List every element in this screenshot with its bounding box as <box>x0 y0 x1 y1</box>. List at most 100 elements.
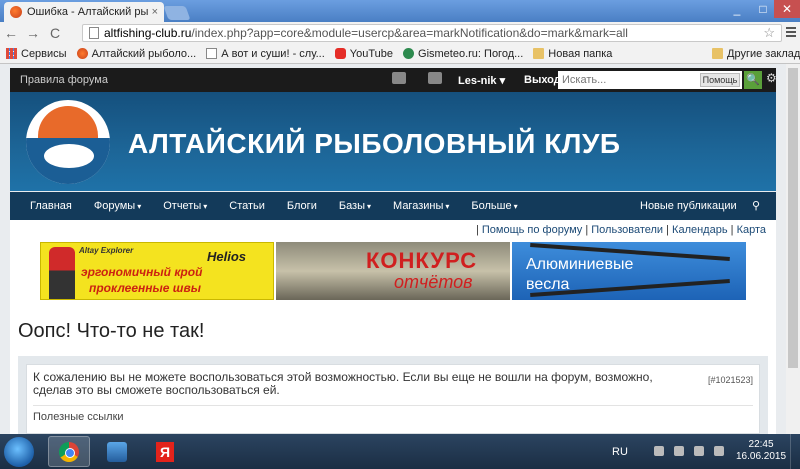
bookmark-new-folder[interactable]: Новая папка <box>533 48 612 60</box>
help-link-calendar[interactable]: Календарь <box>672 224 728 236</box>
bookmark-youtube[interactable]: YouTube <box>334 48 393 60</box>
ad-person-image <box>49 247 75 299</box>
club-logo[interactable] <box>26 100 110 184</box>
site-favicon-icon <box>10 6 22 18</box>
useful-links-heading: Полезные ссылки <box>33 411 124 423</box>
bookmark-altfishing[interactable]: Алтайский рыболо... <box>76 47 197 60</box>
start-button[interactable] <box>4 437 34 467</box>
site-user-bar: Правила форума Les-nik ▾ Выход Помощь 🔍 … <box>10 68 777 92</box>
caret-down-icon: ▾ <box>367 202 372 211</box>
flag-icon[interactable] <box>694 446 704 456</box>
username-menu[interactable]: Les-nik ▾ <box>458 74 505 87</box>
taskbar-chrome[interactable] <box>48 436 90 467</box>
minimize-button[interactable]: _ <box>724 0 750 18</box>
user-icons <box>392 72 442 84</box>
logout-link[interactable]: Выход <box>524 74 561 86</box>
help-link-map[interactable]: Карта <box>737 224 766 236</box>
ad-line-1: Алюминиевые <box>526 256 634 273</box>
url-text[interactable]: altfishing-club.ru/index.php?app=core&mo… <box>104 26 763 40</box>
nav-reports[interactable]: Отчеты ▾ <box>152 192 218 220</box>
browser-toolbar: ← → C altfishing-club.ru/index.php?app=c… <box>0 22 800 44</box>
tab-title: Ошибка - Алтайский рыб <box>27 6 148 18</box>
forum-rules-link[interactable]: Правила форума <box>20 74 108 86</box>
site-title[interactable]: АЛТАЙСКИЙ РЫБОЛОВНЫЙ КЛУБ <box>128 128 621 160</box>
reload-button[interactable]: C <box>44 23 66 43</box>
nav-bases[interactable]: Базы ▾ <box>328 192 382 220</box>
maximize-button[interactable]: □ <box>750 0 776 18</box>
help-link-members[interactable]: Пользователи <box>591 224 663 236</box>
scrollbar-thumb[interactable] <box>788 68 798 368</box>
nav-label: Блоги <box>286 200 317 212</box>
nav-forums[interactable]: Форумы ▾ <box>83 192 152 220</box>
caret-down-icon: ▾ <box>137 202 142 211</box>
browser-tabstrip: Ошибка - Алтайский рыб × _ □ ✕ <box>0 0 800 22</box>
search-help-button[interactable]: Помощь <box>700 73 740 87</box>
bookmark-star-icon[interactable]: ☆ <box>763 25 775 41</box>
clock-time: 22:45 <box>748 439 774 450</box>
nav-label: Базы <box>338 200 366 212</box>
audio-player-icon <box>107 441 127 462</box>
gear-icon[interactable]: ⚙ <box>766 71 777 85</box>
taskbar-clock[interactable]: 22:45 16.06.2015 <box>736 439 786 463</box>
envelope-icon[interactable] <box>392 72 406 84</box>
close-window-button[interactable]: ✕ <box>774 0 800 18</box>
bookmark-label: Алтайский рыболо... <box>91 47 197 60</box>
site-banner: АЛТАЙСКИЙ РЫБОЛОВНЫЙ КЛУБ <box>10 92 776 191</box>
bookmark-label: Сервисы <box>21 47 67 60</box>
ad-brand: Helios <box>207 249 247 264</box>
chrome-menu-icon[interactable] <box>786 27 796 39</box>
nav-new-posts[interactable]: Новые публикации <box>640 192 737 220</box>
show-desktop-button[interactable] <box>790 434 800 469</box>
bookmark-sushi[interactable]: А вот и суши! - слу... <box>206 48 325 60</box>
nav-home[interactable]: Главная <box>10 192 83 220</box>
taskbar-yandex[interactable]: Я <box>144 436 186 467</box>
map-pin-icon[interactable]: ⚲ <box>752 192 760 220</box>
yandex-icon: Я <box>156 441 174 462</box>
bookmark-services[interactable]: Сервисы <box>6 48 67 60</box>
error-code: [#1021523] <box>707 375 753 385</box>
chrome-icon <box>59 441 79 462</box>
ad-banner-contest[interactable]: КОНКУРС отчётов <box>276 242 510 300</box>
nav-shops[interactable]: Магазины ▾ <box>382 192 460 220</box>
nav-more[interactable]: Больше ▾ <box>460 192 528 220</box>
logo-sun-shape <box>38 106 98 138</box>
error-box: К сожалению вы не можете воспользоваться… <box>26 364 760 434</box>
new-tab-button[interactable] <box>163 6 191 20</box>
nav-label: Магазины <box>393 200 444 212</box>
tray-expand-icon[interactable] <box>654 446 664 456</box>
page-icon <box>89 27 99 39</box>
ad-banner-helios[interactable]: Altay Explorer Helios эргономичный крой … <box>40 242 274 300</box>
forward-button[interactable]: → <box>22 23 44 43</box>
volume-icon[interactable] <box>714 446 724 456</box>
main-navbar: Главная Форумы ▾ Отчеты ▾ Статьи Блоги Баз… <box>10 192 776 220</box>
ad-banner-oars[interactable]: Алюминиевые весла <box>512 242 746 300</box>
other-bookmarks[interactable]: Другие закладки <box>712 48 800 60</box>
nav-articles[interactable]: Статьи <box>218 192 276 220</box>
youtube-icon <box>334 48 346 59</box>
ad-line-2: отчётов <box>394 272 473 292</box>
address-bar[interactable]: altfishing-club.ru/index.php?app=core&mo… <box>82 24 782 42</box>
taskbar-audio-app[interactable] <box>96 436 138 467</box>
language-indicator[interactable]: RU <box>612 446 628 458</box>
tab-close-icon[interactable]: × <box>152 6 158 18</box>
gismeteo-icon <box>403 48 415 59</box>
nav-label: Форумы <box>93 200 136 212</box>
back-button[interactable]: ← <box>0 23 22 43</box>
bookmark-label: Gismeteo.ru: Погод... <box>418 47 524 60</box>
nav-label: Отчеты <box>163 200 202 212</box>
nav-blogs[interactable]: Блоги <box>276 192 328 220</box>
help-links: | Помощь по форуму | Пользователи | Кале… <box>475 224 766 236</box>
browser-tab[interactable]: Ошибка - Алтайский рыб × <box>4 2 164 22</box>
search-icon[interactable]: 🔍 <box>744 71 762 89</box>
page-scrollbar[interactable] <box>786 64 800 434</box>
bookmark-label: Новая папка <box>548 47 613 60</box>
page-icon <box>206 48 218 59</box>
bookmark-gismeteo[interactable]: Gismeteo.ru: Погод... <box>403 48 523 60</box>
error-page-title: Оопс! Что-то не так! <box>18 320 205 342</box>
error-panel: К сожалению вы не можете воспользоваться… <box>18 356 768 434</box>
network-icon[interactable] <box>674 446 684 456</box>
fish-icon <box>76 48 88 59</box>
user-card-icon[interactable] <box>428 72 442 84</box>
help-link-forum-help[interactable]: Помощь по форуму <box>482 224 582 236</box>
apps-icon <box>6 48 17 59</box>
